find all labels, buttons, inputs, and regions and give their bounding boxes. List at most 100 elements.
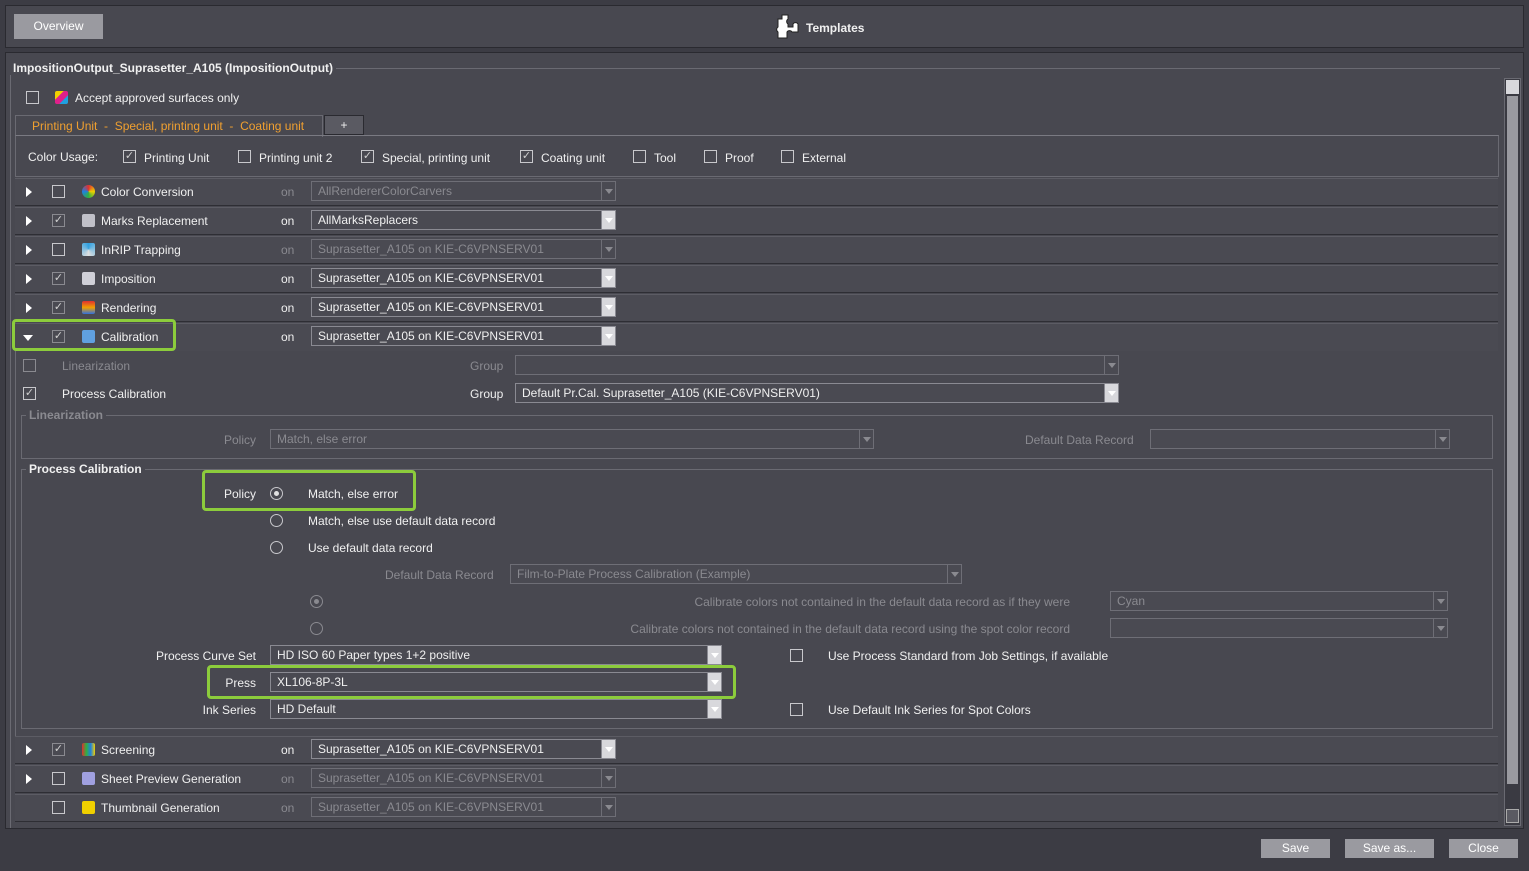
approved-surfaces-icon bbox=[55, 91, 68, 104]
chevron-down-icon bbox=[601, 211, 615, 229]
module-on-label: on bbox=[281, 185, 295, 199]
color-usage-checkbox[interactable]: ✓ bbox=[520, 150, 533, 163]
chevron-down-icon bbox=[859, 430, 873, 448]
dropdown-value: Default Pr.Cal. Suprasetter_A105 (KIE-C6… bbox=[522, 386, 820, 400]
linearization-label: Linearization bbox=[62, 359, 131, 373]
chevron-down-icon bbox=[601, 327, 615, 345]
module-dropdown[interactable]: AllRendererColorCarvers bbox=[311, 181, 616, 201]
scroll-up-button[interactable] bbox=[1506, 80, 1519, 94]
calibrate-spot-radio[interactable] bbox=[310, 622, 323, 635]
curve-set-dropdown[interactable]: HD ISO 60 Paper types 1+2 positive bbox=[270, 645, 722, 665]
linearization-group-dropdown[interactable] bbox=[515, 355, 1119, 375]
module-dropdown[interactable]: Suprasetter_A105 on KIE-C6VPNSERV01 bbox=[311, 797, 616, 817]
process-group-dropdown[interactable]: Default Pr.Cal. Suprasetter_A105 (KIE-C6… bbox=[515, 383, 1119, 403]
highlight-calibration bbox=[12, 319, 176, 351]
module-dropdown[interactable]: Suprasetter_A105 on KIE-C6VPNSERV01 bbox=[311, 326, 616, 346]
expand-arrow-icon[interactable] bbox=[26, 774, 32, 784]
module-dropdown[interactable]: Suprasetter_A105 on KIE-C6VPNSERV01 bbox=[311, 739, 616, 759]
calibrate-as-if-dropdown[interactable]: Cyan bbox=[1110, 591, 1448, 611]
expand-arrow-icon[interactable] bbox=[26, 216, 32, 226]
tab-color-usage[interactable]: Printing Unit - Special, printing unit -… bbox=[15, 115, 323, 137]
module-on-label: on bbox=[281, 330, 295, 344]
module-name: Sheet Preview Generation bbox=[101, 772, 242, 786]
module-on-label: on bbox=[281, 772, 295, 786]
module-checkbox[interactable] bbox=[52, 772, 65, 785]
imposition-icon bbox=[82, 272, 95, 285]
chevron-down-icon bbox=[601, 769, 615, 787]
scroll-down-button[interactable] bbox=[1506, 809, 1519, 823]
linearization-group-label: Group bbox=[470, 359, 504, 373]
color-usage-checkbox[interactable]: ✓ bbox=[361, 150, 374, 163]
module-checkbox[interactable] bbox=[52, 801, 65, 814]
policy-radio-match-else-default[interactable] bbox=[270, 514, 283, 527]
module-checkbox[interactable] bbox=[52, 185, 65, 198]
use-default-ink-label: Use Default Ink Series for Spot Colors bbox=[828, 703, 1031, 717]
dropdown-value: AllRendererColorCarvers bbox=[318, 184, 453, 198]
use-process-standard-label: Use Process Standard from Job Settings, … bbox=[828, 649, 1109, 663]
vertical-scrollbar[interactable] bbox=[1504, 78, 1521, 826]
module-checkbox[interactable]: ✓ bbox=[52, 743, 65, 756]
chevron-down-icon bbox=[1104, 356, 1118, 374]
ink-series-dropdown[interactable]: HD Default bbox=[270, 699, 722, 719]
module-name: Color Conversion bbox=[101, 185, 194, 199]
highlight-press bbox=[207, 665, 736, 699]
module-checkbox[interactable] bbox=[52, 243, 65, 256]
module-dropdown[interactable]: Suprasetter_A105 on KIE-C6VPNSERV01 bbox=[311, 768, 616, 788]
module-name: Marks Replacement bbox=[101, 214, 208, 228]
rendering-icon bbox=[82, 301, 95, 314]
module-on-label: on bbox=[281, 243, 295, 257]
expand-arrow-icon[interactable] bbox=[26, 745, 32, 755]
highlight-policy bbox=[202, 470, 416, 511]
module-row bbox=[15, 294, 1498, 322]
process-calibration-checkbox[interactable]: ✓ bbox=[23, 387, 36, 400]
chevron-down-icon bbox=[1104, 384, 1118, 402]
expand-arrow-icon[interactable] bbox=[26, 274, 32, 284]
module-checkbox[interactable]: ✓ bbox=[52, 214, 65, 227]
color-usage-checkbox[interactable] bbox=[633, 150, 646, 163]
module-dropdown[interactable]: Suprasetter_A105 on KIE-C6VPNSERV01 bbox=[311, 239, 616, 259]
module-row bbox=[15, 207, 1498, 235]
module-row bbox=[15, 794, 1498, 822]
module-checkbox[interactable]: ✓ bbox=[52, 272, 65, 285]
module-on-label: on bbox=[281, 214, 295, 228]
calibrate-as-if-radio[interactable] bbox=[310, 595, 323, 608]
module-dropdown[interactable]: Suprasetter_A105 on KIE-C6VPNSERV01 bbox=[311, 297, 616, 317]
module-dropdown[interactable]: Suprasetter_A105 on KIE-C6VPNSERV01 bbox=[311, 268, 616, 288]
color-usage-label: Tool bbox=[654, 151, 677, 165]
lin-ddr-dropdown[interactable] bbox=[1150, 429, 1450, 449]
lin-policy-dropdown[interactable]: Match, else error bbox=[270, 429, 874, 449]
pc-ddr-dropdown[interactable]: Film-to-Plate Process Calibration (Examp… bbox=[510, 564, 962, 584]
color-usage-label: Coating unit bbox=[541, 151, 606, 165]
close-button[interactable]: Close bbox=[1449, 839, 1518, 858]
expand-arrow-icon[interactable] bbox=[26, 303, 32, 313]
scrollbar-thumb[interactable] bbox=[1507, 96, 1518, 784]
color-usage-label: Proof bbox=[725, 151, 754, 165]
save-as-button[interactable]: Save as... bbox=[1345, 839, 1434, 858]
process-calibration-section-title: Process Calibration bbox=[26, 462, 145, 476]
dropdown-value: Suprasetter_A105 on KIE-C6VPNSERV01 bbox=[318, 300, 544, 314]
expand-arrow-icon[interactable] bbox=[26, 187, 32, 197]
linearization-checkbox[interactable] bbox=[23, 359, 36, 372]
chevron-down-icon bbox=[601, 182, 615, 200]
window-title: Templates bbox=[806, 21, 865, 35]
use-default-ink-checkbox[interactable] bbox=[790, 703, 803, 716]
color-usage-label: Color Usage: bbox=[28, 150, 99, 164]
calibrate-spot-dropdown[interactable] bbox=[1110, 618, 1448, 638]
save-button[interactable]: Save bbox=[1261, 839, 1330, 858]
module-checkbox[interactable]: ✓ bbox=[52, 301, 65, 314]
policy-radio-use-default[interactable] bbox=[270, 541, 283, 554]
top-bar: Overview Templates bbox=[5, 5, 1524, 48]
use-process-standard-checkbox[interactable] bbox=[790, 649, 803, 662]
expand-arrow-icon[interactable] bbox=[26, 245, 32, 255]
color-usage-checkbox[interactable] bbox=[704, 150, 717, 163]
color-usage-checkbox[interactable] bbox=[238, 150, 251, 163]
accept-approved-checkbox[interactable] bbox=[26, 91, 39, 104]
add-tab-button[interactable]: + bbox=[324, 115, 364, 135]
dropdown-value: Suprasetter_A105 on KIE-C6VPNSERV01 bbox=[318, 742, 544, 756]
overview-button[interactable]: Overview bbox=[14, 14, 103, 39]
color-usage-checkbox[interactable]: ✓ bbox=[123, 150, 136, 163]
module-dropdown[interactable]: AllMarksReplacers bbox=[311, 210, 616, 230]
panel-title: ImpositionOutput_Suprasetter_A105 (Impos… bbox=[10, 61, 337, 75]
policy-option-label: Use default data record bbox=[308, 541, 433, 555]
color-usage-checkbox[interactable] bbox=[781, 150, 794, 163]
